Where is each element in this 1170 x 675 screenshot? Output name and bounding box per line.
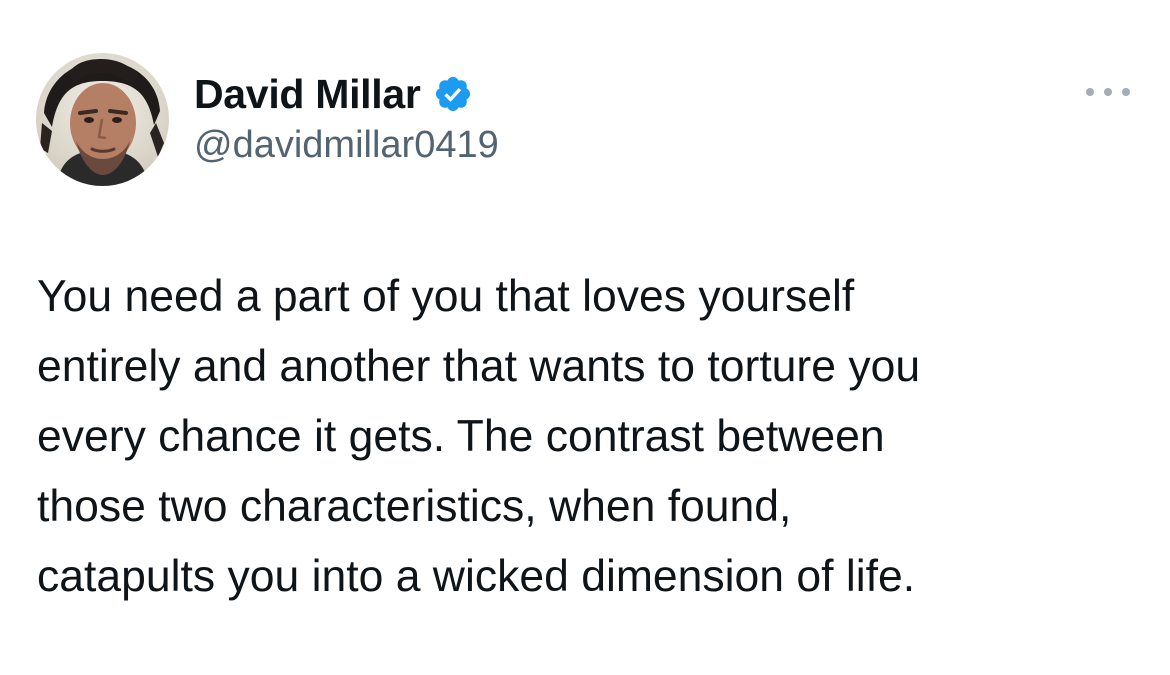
tweet-text-line: those two characteristics, when found,: [37, 482, 792, 531]
tweet-text-line: You need a part of you that loves yourse…: [37, 272, 855, 321]
more-dot: [1086, 88, 1094, 96]
tweet-text-line: catapults you into a wicked dimension of…: [37, 552, 916, 601]
verified-badge-icon[interactable]: [433, 74, 473, 114]
tweet-card: David Millar @davidmillar0419 You need a…: [0, 0, 1170, 675]
more-dot: [1122, 88, 1130, 96]
tweet-text: You need a part of you that loves yourse…: [37, 262, 1137, 612]
author-name-row: David Millar: [194, 68, 473, 120]
author-display-name[interactable]: David Millar: [194, 71, 421, 118]
tweet-text-line: entirely and another that wants to tortu…: [37, 342, 921, 391]
author-handle[interactable]: @davidmillar0419: [194, 124, 499, 167]
more-dot: [1104, 88, 1112, 96]
tweet-text-line: every chance it gets. The contrast betwe…: [37, 412, 885, 461]
more-options-icon[interactable]: [1086, 82, 1130, 102]
avatar[interactable]: [36, 53, 169, 186]
